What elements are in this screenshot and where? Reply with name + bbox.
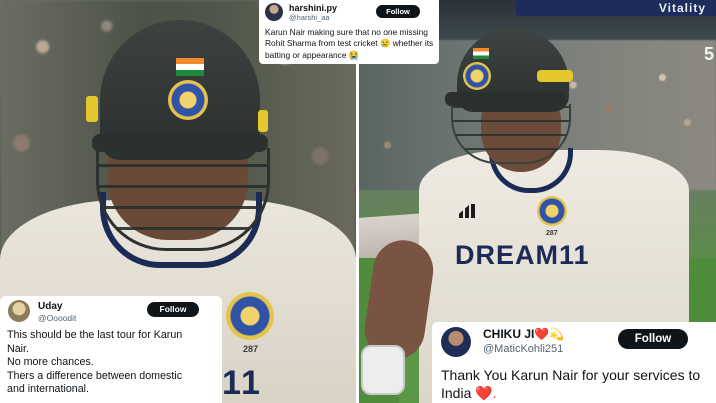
tweet-author-name[interactable]: CHIKU JI❤️💫 xyxy=(483,327,564,341)
avatar[interactable] xyxy=(441,327,471,357)
heart-emoji-icon: ❤️. xyxy=(475,385,497,401)
helmet-clip xyxy=(258,110,268,132)
bcci-crest-icon xyxy=(463,62,491,90)
tweet-text-line: Nair. xyxy=(7,342,29,355)
jersey-number: 11 xyxy=(222,364,262,402)
tweet-text: This should be the last tour for Karun N… xyxy=(7,329,219,397)
tweet-author-handle[interactable]: @Oooodit xyxy=(38,313,76,323)
avatar[interactable] xyxy=(8,300,30,322)
india-flag-icon xyxy=(176,58,204,76)
tweet-card: harshini.py @harshi_aa Follow Karun Nair… xyxy=(259,0,439,64)
bcci-chest-crest-icon xyxy=(537,196,567,226)
tweet-author-name-text[interactable]: CHIKU JI xyxy=(483,327,534,341)
scoreboard-number: 5 xyxy=(703,44,714,64)
cap-number: 287 xyxy=(243,344,259,354)
helmet-clip xyxy=(86,96,98,122)
follow-button[interactable]: Follow xyxy=(147,302,199,317)
follow-button[interactable]: Follow xyxy=(376,5,420,18)
tweet-author-handle[interactable]: @harshi_aa xyxy=(289,13,330,22)
bcci-crest-icon xyxy=(168,80,208,120)
tweet-card: Uday @Oooodit Follow This should be the … xyxy=(0,296,222,403)
helmet-clip xyxy=(537,70,573,82)
tweet-text: Thank You Karun Nair for your services t… xyxy=(441,366,711,402)
sponsor-board-text: Vitality xyxy=(658,1,706,15)
tweet-author-name[interactable]: harshini.py xyxy=(289,3,337,13)
jersey-sponsor: DREAM11 xyxy=(455,240,590,270)
tweet-author-handle[interactable]: @MaticKohli251 xyxy=(483,343,563,355)
bcci-chest-crest-icon xyxy=(226,292,274,340)
sponsor-board: Vitality xyxy=(516,0,716,16)
meme-collage: 287 11 Vitality 5 287 DREAM11 harshini.p… xyxy=(0,0,716,403)
avatar[interactable] xyxy=(265,3,283,21)
tweet-card: CHIKU JI❤️💫 @MaticKohli251 Follow Thank … xyxy=(432,322,716,403)
tweet-text-line: No more chances. xyxy=(7,356,94,369)
tweet-text-line: and international. xyxy=(7,383,89,396)
tweet-text: Karun Nair making sure that no one missi… xyxy=(265,27,434,60)
india-flag-icon xyxy=(473,48,489,59)
batting-glove xyxy=(361,345,405,395)
follow-button[interactable]: Follow xyxy=(618,329,688,349)
tweet-text-line: Thers a difference between domestic xyxy=(7,369,183,382)
heart-emoji-icon: ❤️💫 xyxy=(534,327,565,341)
tweet-text-line: This should be the last tour for Karun xyxy=(7,329,183,341)
helmet-brim xyxy=(445,92,565,106)
tweet-author-name[interactable]: Uday xyxy=(38,301,62,312)
helmet-brim xyxy=(92,134,268,152)
cap-number: 287 xyxy=(546,230,558,237)
